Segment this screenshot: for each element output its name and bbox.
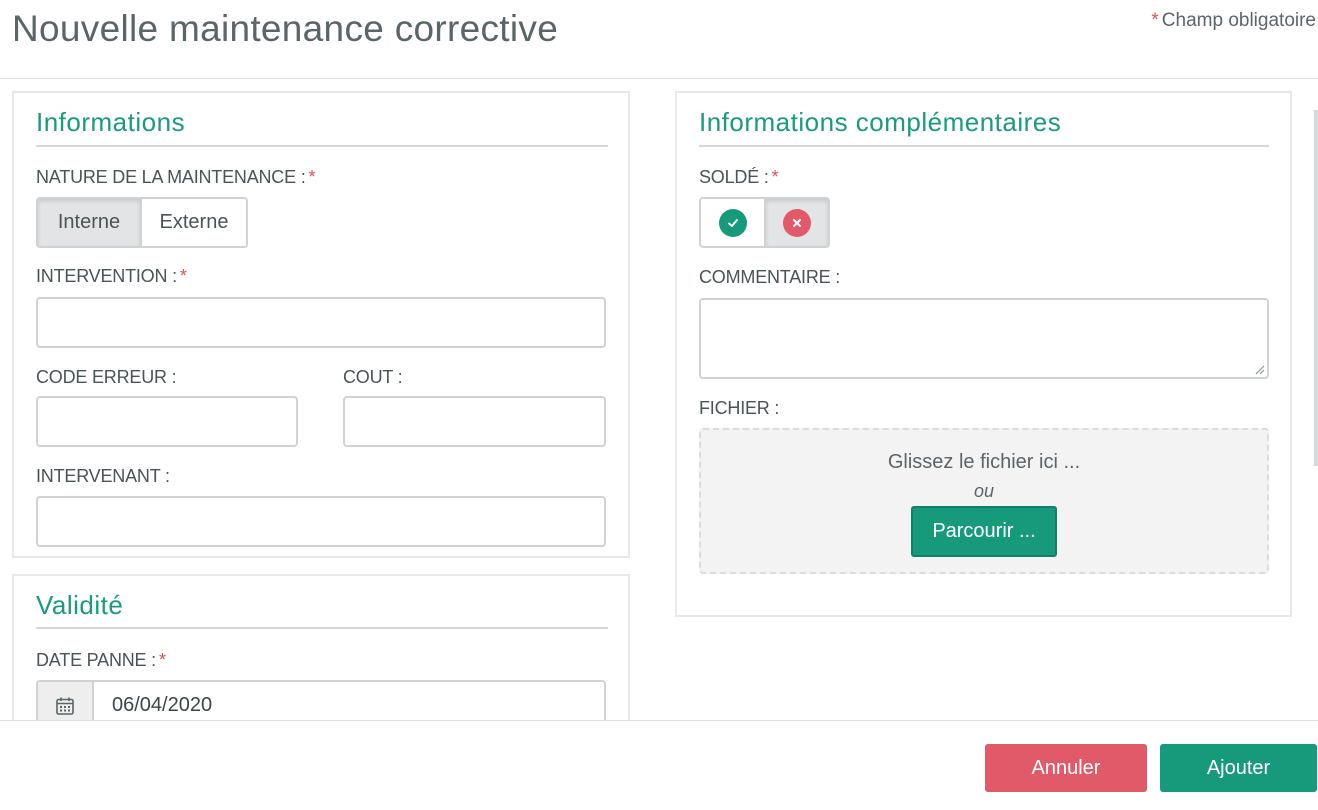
code-erreur-input[interactable] (36, 396, 298, 447)
intervention-input[interactable] (36, 297, 606, 348)
resize-grip-icon[interactable] (1253, 363, 1265, 375)
browse-button[interactable]: Parcourir ... (911, 506, 1057, 557)
form-scroll-area[interactable]: Informations NATURE DE LA MAINTENANCE : *… (0, 79, 1318, 721)
date-panne-label: DATE PANNE : * (36, 650, 166, 670)
solde-no-option[interactable] (764, 199, 828, 246)
required-star: * (1151, 10, 1159, 31)
file-dropzone[interactable]: Glissez le fichier ici ... ou Parcourir … (699, 428, 1269, 574)
nature-label: NATURE DE LA MAINTENANCE : * (36, 167, 316, 187)
add-button[interactable]: Ajouter (1160, 744, 1317, 792)
solde-label: SOLDÉ : * (699, 167, 779, 187)
informations-panel: Informations NATURE DE LA MAINTENANCE : *… (12, 91, 630, 558)
complementaires-rule (699, 145, 1269, 147)
calendar-icon[interactable] (38, 682, 94, 721)
dropzone-or: ou (973, 481, 995, 501)
check-icon (718, 208, 747, 237)
validite-panel: Validité DATE PANNE : * 06/04/2020 (12, 574, 630, 721)
close-icon (783, 208, 811, 237)
validite-title: Validité (36, 590, 124, 620)
code-erreur-label: CODE ERREUR : (36, 367, 177, 387)
cout-label: COUT : (343, 367, 403, 387)
nature-option-interne[interactable]: Interne (38, 199, 140, 246)
commentaire-textarea[interactable] (699, 298, 1269, 379)
complementaires-title: Informations complémentaires (699, 107, 1062, 137)
date-panne-input[interactable]: 06/04/2020 (94, 682, 212, 721)
intervention-label: INTERVENTION : * (36, 266, 187, 286)
fichier-label: FICHIER : (699, 398, 780, 418)
date-panne-field[interactable]: 06/04/2020 (36, 680, 606, 721)
solde-yes-option[interactable] (701, 199, 764, 246)
intervenant-label: INTERVENANT : (36, 466, 170, 486)
required-note: * Champ obligatoire (1151, 10, 1316, 32)
solde-toggle[interactable] (699, 197, 830, 248)
commentaire-label: COMMENTAIRE : (699, 267, 841, 287)
cancel-button[interactable]: Annuler (985, 744, 1147, 792)
complementaires-panel: Informations complémentaires SOLDÉ : * CO… (675, 91, 1292, 617)
vertical-scrollbar[interactable] (1314, 110, 1318, 466)
cout-input[interactable] (343, 396, 606, 447)
validite-rule (36, 627, 608, 629)
intervenant-input[interactable] (36, 496, 606, 547)
nature-toggle[interactable]: Interne Externe (36, 197, 248, 248)
informations-rule (36, 145, 608, 147)
footer-divider (0, 720, 1318, 721)
nature-option-externe[interactable]: Externe (140, 199, 246, 246)
dropzone-text: Glissez le fichier ici ... (887, 451, 1081, 473)
page-title: Nouvelle maintenance corrective (12, 8, 559, 49)
informations-title: Informations (36, 107, 186, 137)
required-note-text: Champ obligatoire (1161, 10, 1316, 31)
